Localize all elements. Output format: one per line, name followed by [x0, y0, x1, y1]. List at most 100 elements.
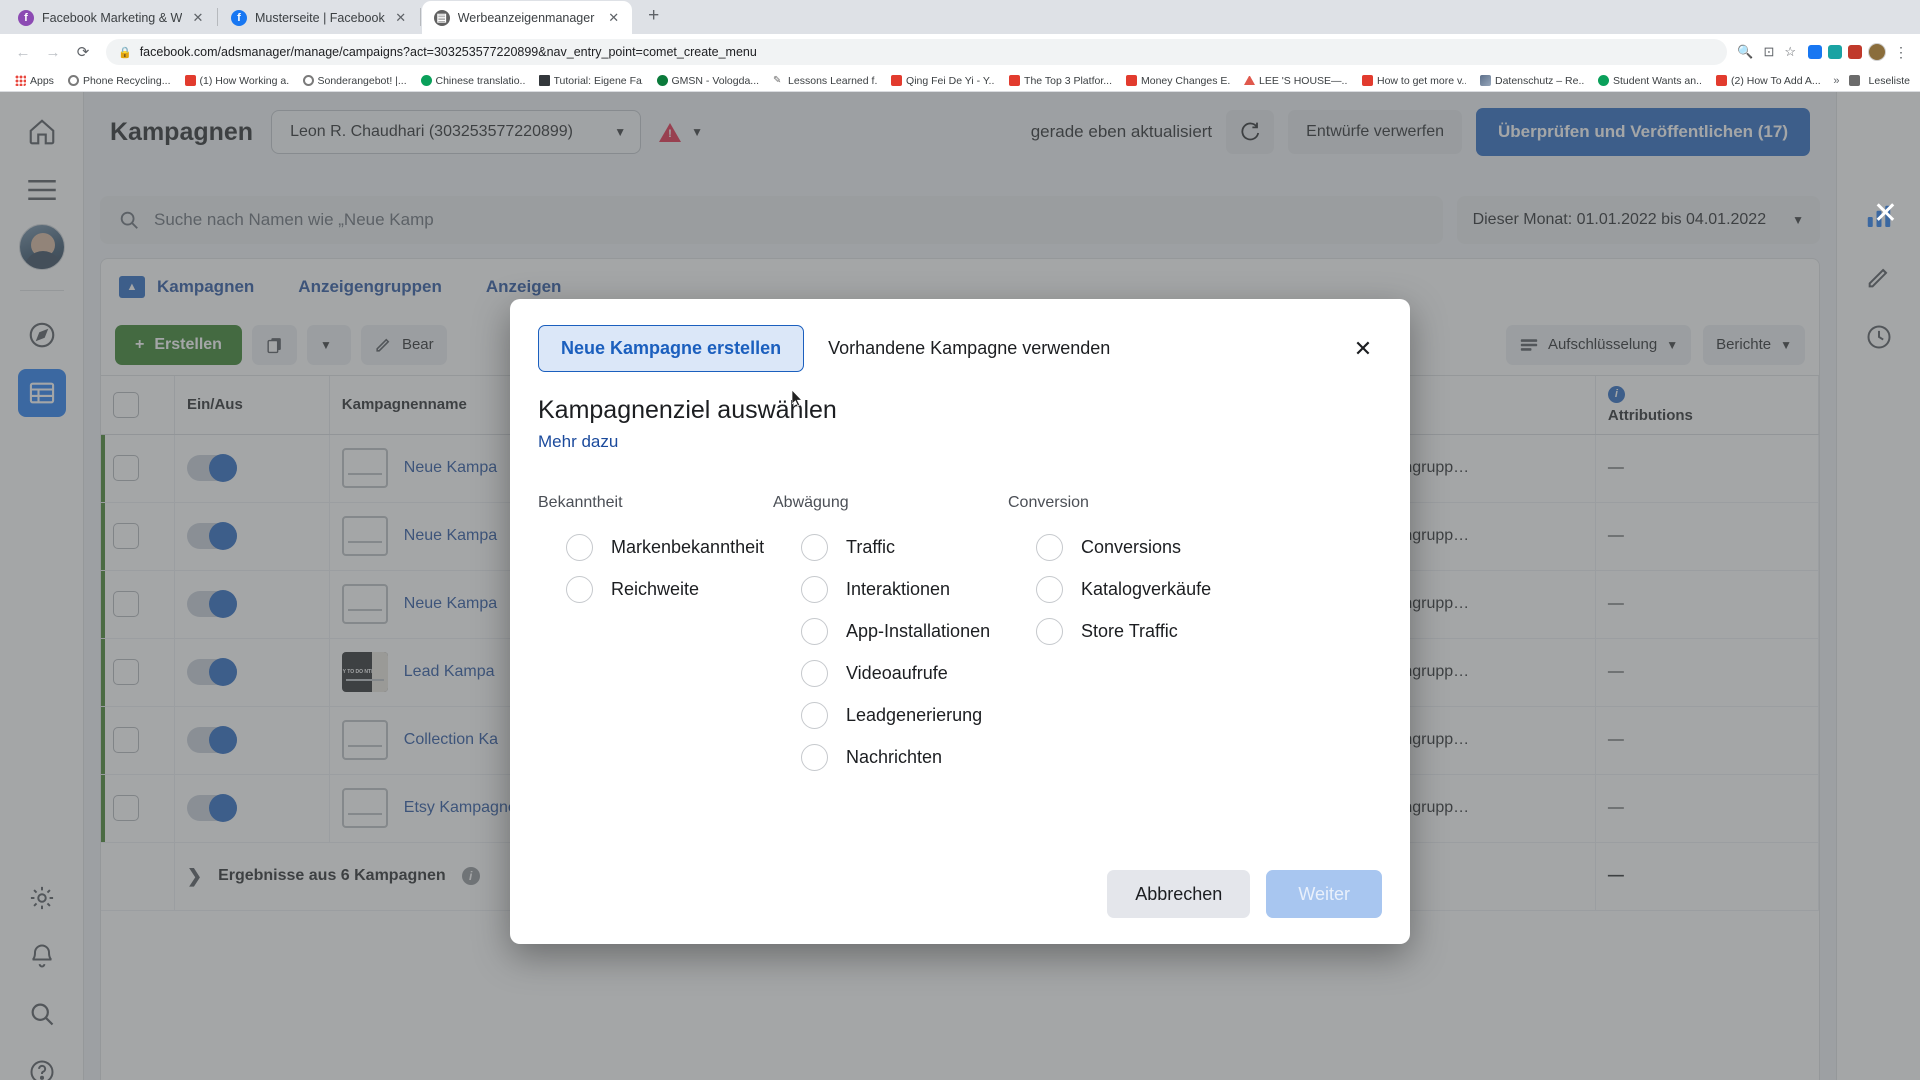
more-info-link[interactable]: Mehr dazu — [538, 432, 1382, 452]
option-label: Store Traffic — [1081, 620, 1178, 641]
bookmark-item[interactable]: LEE 'S HOUSE—... — [1237, 75, 1355, 87]
green-circle-icon — [1598, 75, 1609, 86]
option-leadgenerierung[interactable]: Leadgenerierung — [773, 694, 1008, 736]
adsmanager-icon: ▤ — [433, 9, 450, 26]
mouse-cursor — [792, 390, 803, 407]
tab-new-campaign[interactable]: Neue Kampagne erstellen — [538, 325, 805, 372]
forward-icon[interactable]: → — [40, 39, 66, 65]
new-tab-button[interactable]: + — [640, 3, 668, 31]
option-label: Reichweite — [611, 578, 700, 599]
facebook-extension-icon[interactable] — [1808, 45, 1822, 59]
bookmark-item[interactable]: ✎ Lessons Learned f... — [766, 75, 884, 87]
browser-tab-1[interactable]: f Facebook Marketing & Werbea ✕ — [6, 1, 216, 34]
ring-icon — [67, 75, 79, 86]
profile-avatar-icon[interactable] — [1868, 43, 1886, 61]
bookmark-item[interactable]: Chinese translatio... — [414, 75, 532, 87]
reading-list-label[interactable]: Leseliste — [1869, 75, 1910, 87]
radio-icon[interactable] — [1036, 617, 1063, 645]
bookmark-item[interactable]: Datenschutz – Re... — [1473, 75, 1591, 87]
green-circle-icon — [420, 75, 432, 86]
radio-icon[interactable] — [801, 743, 828, 771]
reload-icon[interactable]: ⟳ — [70, 39, 96, 65]
bookmark-label: Student Wants an... — [1613, 74, 1702, 87]
bookmark-label: Sonderangebot! |... — [317, 74, 407, 87]
bookmark-item[interactable]: Sonderangebot! |... — [296, 75, 414, 87]
option-videoaufrufe[interactable]: Videoaufrufe — [773, 652, 1008, 694]
browser-menu-icon[interactable]: ⋮ — [1892, 44, 1910, 61]
option-label: Katalogverkäufe — [1081, 578, 1212, 599]
bookmark-item[interactable]: Phone Recycling... — [61, 75, 178, 87]
tab-title: Werbeanzeigenmanager - Wer — [457, 10, 598, 25]
close-icon[interactable]: ✕ — [393, 10, 409, 26]
bookmark-item[interactable]: Qing Fei De Yi - Y... — [884, 75, 1002, 87]
youtube-icon — [1716, 75, 1727, 86]
close-icon[interactable]: ✕ — [606, 10, 622, 26]
bookmark-item[interactable]: Money Changes E... — [1119, 75, 1237, 87]
facebook-icon: f — [18, 9, 34, 26]
objective-column-bekanntheit: Bekanntheit Markenbekanntheit Reichweite — [538, 494, 773, 778]
option-store-traffic[interactable]: Store Traffic — [1008, 610, 1243, 652]
ring-icon — [302, 75, 314, 86]
option-app-installationen[interactable]: App-Installationen — [773, 610, 1008, 652]
install-icon[interactable]: ⊡ — [1763, 44, 1774, 60]
bookmark-label: Apps — [30, 74, 54, 87]
next-button[interactable]: Weiter — [1266, 870, 1382, 918]
address-bar[interactable]: 🔒 facebook.com/adsmanager/manage/campaig… — [106, 39, 1728, 65]
bookmarks-overflow-icon[interactable]: » — [1833, 75, 1839, 87]
option-traffic[interactable]: Traffic — [773, 526, 1008, 568]
extension-icon[interactable] — [1848, 45, 1862, 59]
option-reichweite[interactable]: Reichweite — [538, 568, 773, 610]
extension-icon[interactable] — [1828, 45, 1842, 59]
bookmark-item[interactable]: (1) How Working a... — [178, 75, 296, 87]
back-icon[interactable]: ← — [10, 39, 36, 65]
radio-icon[interactable] — [1036, 533, 1063, 561]
browser-tab-2[interactable]: f Musterseite | Facebook ✕ — [219, 1, 419, 34]
youtube-icon — [184, 75, 196, 86]
browser-tab-3[interactable]: ▤ Werbeanzeigenmanager - Wer ✕ — [421, 1, 632, 34]
radio-icon[interactable] — [1036, 575, 1063, 603]
bookmark-item[interactable]: (2) How To Add A... — [1709, 75, 1827, 87]
bookmark-label: Tutorial: Eigene Fa... — [553, 74, 643, 87]
option-label: Videoaufrufe — [846, 662, 948, 683]
bookmark-label: The Top 3 Platfor... — [1024, 74, 1112, 87]
extensions-area: ⋮ — [1804, 43, 1910, 61]
radio-icon[interactable] — [566, 575, 593, 603]
youtube-icon — [1009, 75, 1021, 86]
facebook-icon: f — [231, 9, 247, 26]
bookmark-label: Phone Recycling... — [82, 74, 171, 87]
bookmark-item[interactable]: How to get more v... — [1355, 75, 1473, 87]
radio-icon[interactable] — [801, 659, 828, 687]
radio-icon[interactable] — [801, 701, 828, 729]
bookmark-item[interactable]: Apps — [8, 75, 61, 87]
url-bar-row: ← → ⟳ 🔒 facebook.com/adsmanager/manage/c… — [0, 34, 1920, 70]
radio-icon[interactable] — [801, 533, 828, 561]
option-conversions[interactable]: Conversions — [1008, 526, 1243, 568]
search-icon[interactable]: 🔍 — [1737, 44, 1753, 60]
option-interaktionen[interactable]: Interaktionen — [773, 568, 1008, 610]
radio-icon[interactable] — [801, 575, 828, 603]
option-nachrichten[interactable]: Nachrichten — [773, 736, 1008, 778]
tab-title: Facebook Marketing & Werbea — [42, 10, 182, 25]
youtube-icon — [891, 75, 903, 86]
close-icon[interactable]: ✕ — [1344, 330, 1382, 368]
tab-divider — [419, 8, 421, 26]
bookmark-item[interactable]: GMSN - Vologda... — [650, 75, 767, 87]
darkgreen-circle-icon — [656, 75, 668, 86]
cancel-button[interactable]: Abbrechen — [1107, 870, 1251, 918]
radio-icon[interactable] — [566, 533, 593, 561]
youtube-icon — [1362, 75, 1373, 86]
close-icon[interactable]: ✕ — [190, 10, 206, 26]
option-markenbekanntheit[interactable]: Markenbekanntheit — [538, 526, 773, 568]
bookmark-item[interactable]: The Top 3 Platfor... — [1002, 75, 1119, 87]
bookmark-item[interactable]: Tutorial: Eigene Fa... — [532, 75, 650, 87]
bookmark-item[interactable]: Student Wants an... — [1591, 75, 1709, 87]
tab-existing-campaign[interactable]: Vorhandene Kampagne verwenden — [810, 326, 1128, 371]
column-title: Conversion — [1008, 494, 1089, 511]
column-title: Abwägung — [773, 494, 849, 511]
option-katalogverkaeufe[interactable]: Katalogverkäufe — [1008, 568, 1243, 610]
radio-icon[interactable] — [801, 617, 828, 645]
modal-tabs: Neue Kampagne erstellen Vorhandene Kampa… — [538, 325, 1382, 372]
app-viewport: Kampagnen Leon R. Chaudhari (30325357722… — [0, 92, 1920, 1080]
star-icon[interactable]: ☆ — [1784, 44, 1796, 60]
close-icon[interactable]: ✕ — [1873, 196, 1898, 231]
